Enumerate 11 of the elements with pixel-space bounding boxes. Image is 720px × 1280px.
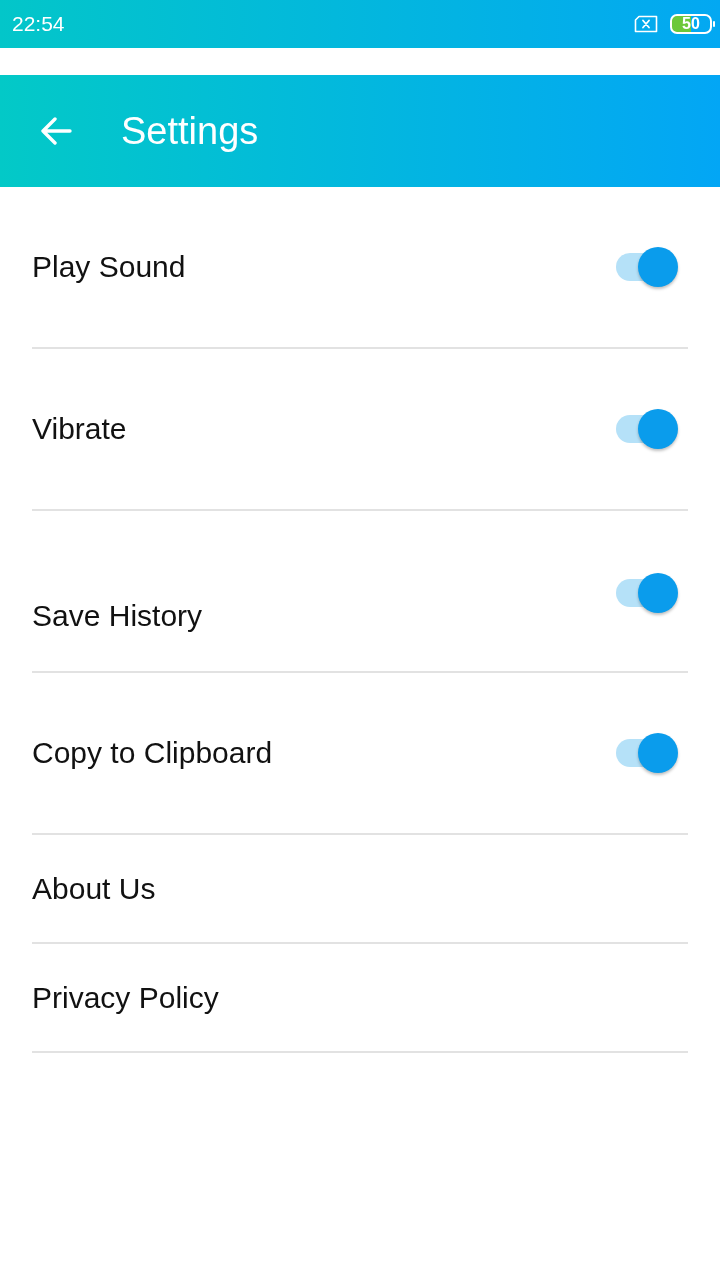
setting-label: Copy to Clipboard	[32, 736, 273, 770]
setting-label: Play Sound	[32, 250, 186, 284]
menu-item[interactable]: Privacy Policy	[32, 980, 219, 1015]
status-time: 22:54	[12, 12, 65, 36]
sim-card-x-icon	[634, 15, 658, 33]
menu-item[interactable]: About Us	[32, 871, 156, 906]
back-arrow-icon[interactable]	[40, 117, 72, 145]
setting-label: Vibrate	[32, 412, 127, 446]
setting-label: Save History	[32, 599, 203, 633]
battery-level-text: 50	[682, 16, 700, 32]
screen-title: Settings	[121, 109, 259, 153]
